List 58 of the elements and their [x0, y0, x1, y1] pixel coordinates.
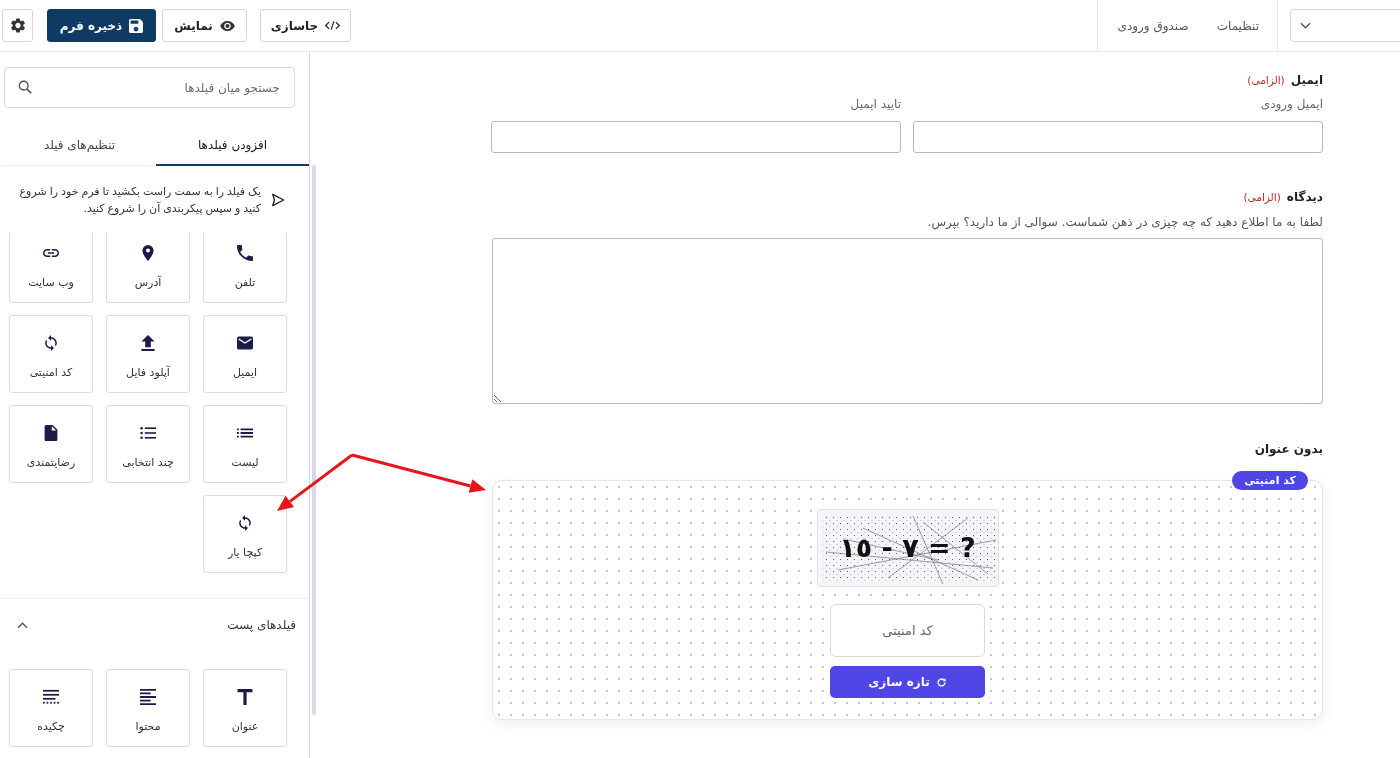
input-field[interactable] — [913, 121, 1323, 153]
captcha-input[interactable]: کد امنیتی — [830, 604, 985, 657]
document-icon — [43, 425, 59, 441]
field-label: دیدگاه — [1286, 190, 1323, 204]
cursor-arrow-icon — [271, 192, 285, 208]
settings-icon — [10, 18, 25, 33]
circular-arrows-icon — [43, 335, 59, 351]
field-type-card[interactable]: تلفن — [203, 233, 287, 303]
field-type-card[interactable]: آدرس — [106, 233, 190, 303]
field-type-card[interactable]: کپچا یار — [203, 495, 287, 573]
letter-t-icon — [237, 689, 253, 705]
align-left-icon — [140, 689, 156, 705]
field-type-card[interactable]: رضایتمندی — [9, 405, 93, 483]
field-type-card[interactable]: کد امنیتی — [9, 315, 93, 393]
phone-icon — [237, 245, 253, 261]
field-type-card[interactable]: وب سایت — [9, 233, 93, 303]
nav-link[interactable]: تنظیمات — [1216, 18, 1259, 33]
section-title: فیلدهای پست — [227, 618, 296, 632]
save-button[interactable]: ذخیره فرم — [47, 9, 156, 42]
nav-link[interactable]: صندوق ورودی — [1117, 18, 1189, 33]
settings-button[interactable] — [2, 9, 33, 42]
field-description: لطفا به ما اطلاع دهید که چه چیزی در ذهن شماست. سوالی از ما دارید؟ بپرس. — [926, 214, 1323, 230]
input-label: تایید ایمیل — [850, 96, 901, 112]
preview-button[interactable]: نمایش — [162, 9, 247, 42]
dropdown-select[interactable] — [1290, 9, 1400, 42]
upload-icon — [140, 335, 156, 351]
refresh-button[interactable]: تازه سازی — [830, 666, 985, 698]
search-field[interactable]: جستجو میان فیلدها — [4, 67, 295, 108]
input-label: ایمیل ورودی — [1260, 96, 1323, 112]
field-type-card[interactable]: لیست — [203, 405, 287, 483]
field-type-card[interactable]: چکیده — [9, 669, 93, 747]
field-type-card[interactable]: محتوا — [106, 669, 190, 747]
chevron-down-icon — [1300, 22, 1311, 29]
field-type-card[interactable]: چند انتخابی — [106, 405, 190, 483]
envelope-icon — [237, 335, 253, 351]
field-type-card[interactable]: ایمیل — [203, 315, 287, 393]
eye-icon — [219, 20, 235, 31]
map-pin-icon — [140, 245, 156, 261]
field-type-card[interactable]: عنوان — [203, 669, 287, 747]
field-type-card[interactable]: آپلود فایل — [106, 315, 190, 393]
refresh-icon — [935, 676, 947, 688]
field-type-badge: کد امنیتی — [1232, 471, 1308, 490]
scrollbar[interactable] — [312, 165, 316, 715]
search-icon — [18, 80, 32, 94]
chevron-up-icon[interactable] — [17, 621, 28, 629]
captcha-challenge: ١٥ - ٧ = ? — [839, 531, 976, 565]
circular-arrows-icon — [237, 515, 253, 531]
text-lines-icon — [43, 689, 59, 705]
code-icon — [325, 20, 341, 31]
required-note: (الزامی) — [1243, 191, 1281, 203]
field-label: بدون عنوان — [1254, 442, 1323, 456]
input-field[interactable] — [491, 121, 901, 153]
embed-button[interactable]: جاسازی — [260, 9, 351, 42]
required-note: (الزامی) — [1247, 74, 1285, 86]
field-label: ایمیل — [1290, 73, 1323, 87]
textarea-field[interactable] — [492, 238, 1323, 404]
bullet-list-icon — [140, 425, 156, 441]
hint-text: یک فیلد را به سمت راست بکشید تا فرم خود را شروع کنید و سپس پیکربندی آن را شروع کنید. — [18, 184, 261, 217]
